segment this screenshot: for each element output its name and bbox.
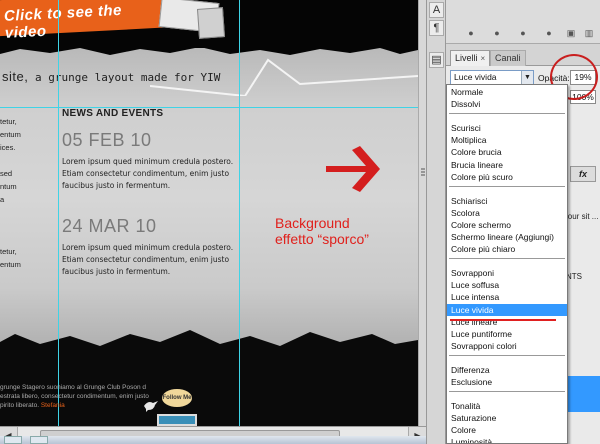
selected-layer-row[interactable] [566,376,600,412]
tv-decoration [157,414,197,426]
bird-icon [144,401,158,412]
news-heading: NEWS AND EVENTS [62,108,164,119]
blend-menu-item[interactable]: Luce puntiforme [447,328,567,340]
blend-menu-item[interactable]: Colore brucia [447,146,567,158]
blend-menu-item[interactable]: Luce vivida [447,303,567,316]
blend-menu-item[interactable]: Esclusione [447,376,567,388]
event-date: 05 FEB 10 [62,130,152,150]
text-tool-icon[interactable]: A [429,2,444,18]
blend-menu-item[interactable]: Brucia lineare [447,159,567,171]
left-line [0,154,56,167]
dot-icon[interactable]: ● [466,28,476,38]
left-line: ntum [0,182,17,191]
tagline-prefix: site, [2,69,29,84]
fx-button[interactable]: fx [570,166,596,182]
menu-separator [449,113,565,115]
blend-menu-item[interactable]: Schiarisci [447,195,567,207]
blend-menu-item[interactable]: Normale [447,86,567,98]
left-line: a [0,195,5,204]
vertical-scrollbar[interactable] [418,0,426,426]
blend-menu-item[interactable]: Moltiplica [447,134,567,146]
blend-mode-select[interactable]: Luce vivida ▼ [450,70,534,85]
footer-line: grunge Stagero suoniamo al Grunge Club P… [0,384,146,391]
taskbar [0,436,426,444]
blend-menu-item[interactable]: Tonalità [447,400,567,412]
guide-vertical-2[interactable] [239,0,240,426]
annotation-line: effetto “sporco” [275,231,369,247]
panel-icon[interactable]: ▤ [429,52,444,68]
event-body: Lorem ipsum qued minimum credula postero… [62,157,234,190]
left-line [0,232,56,245]
event-date: 24 MAR 10 [62,216,157,236]
menu-separator [449,258,565,260]
dot-icon[interactable]: ● [518,28,528,38]
blend-menu-item[interactable]: Scurisci [447,122,567,134]
red-arrow-icon [326,146,380,192]
tab-canali[interactable]: Canali [490,50,526,66]
blend-menu-item[interactable]: Sovrapponi colori [447,340,567,352]
decorative-line [150,58,418,96]
left-line: sed [0,169,13,178]
follow-me-bubble[interactable]: Follow Me [162,389,192,407]
footer-line: pirito liberato. Stefania [0,401,149,410]
footer-text: grunge Stagero suoniamo al Grunge Club P… [0,383,149,410]
blend-menu-item[interactable]: Luce lineare [447,316,567,328]
new-icon[interactable]: ▣ [566,28,576,38]
footer-line-prefix: pirito liberato. [0,402,41,409]
blend-menu-item[interactable]: Colore [447,424,567,436]
blend-menu-item[interactable]: Luce soffusa [447,279,567,291]
footer-line: estrata libero, consectetur condimentum,… [0,393,149,400]
blend-menu-item[interactable]: Schermo lineare (Aggiungi) [447,231,567,243]
left-line: tetur, [0,117,17,126]
blend-menu-item[interactable]: Colore più chiaro [447,243,567,255]
guide-vertical-1[interactable] [58,0,59,426]
blend-menu-item[interactable]: Luminosità [447,436,567,443]
blend-menu-item[interactable]: Scolora [447,207,567,219]
blend-menu-item[interactable]: Luce intensa [447,291,567,303]
left-column-text: tetur, entum ices. sed ntum a tetur, ent… [0,115,56,271]
footer-highlight[interactable]: Stefania [41,402,65,409]
menu-separator [449,391,565,393]
collapsed-panels-strip: A ¶ ▤ [426,0,446,444]
document-canvas[interactable]: Click to see the video site, a grunge la… [0,0,418,426]
left-line: entum [0,260,21,269]
menu-separator [449,185,565,187]
left-line: ices. [0,143,16,152]
tab-livelli[interactable]: Livelli × [450,50,491,66]
blend-mode-value: Luce vivida [454,72,497,82]
paper-scrap-decoration-2 [196,7,226,39]
blend-menu-item[interactable]: Colore schermo [447,219,567,231]
blend-menu-item[interactable]: Differenza [447,364,567,376]
dot-icon[interactable]: ● [544,28,554,38]
blend-mode-menu[interactable]: Normale Dissolvi Scurisci Moltiplica Colore … [446,84,568,444]
left-line [0,219,56,232]
video-banner[interactable]: Click to see the video [0,0,165,42]
paragraph-icon[interactable]: ¶ [429,20,444,36]
taskbar-button[interactable] [4,436,22,444]
tab-label: Livelli [455,53,478,63]
dot-icon[interactable]: ● [492,28,502,38]
taskbar-button[interactable] [30,436,48,444]
annotation-text: Background effetto “sporco” [275,215,369,247]
chevron-down-icon[interactable]: ▼ [521,71,533,84]
event-body: Lorem ipsum qued minimum credula postero… [62,243,234,276]
trash-icon[interactable]: ▥ [584,28,594,38]
left-line [0,206,56,219]
layer-name-partial[interactable]: lour sit ... [566,212,598,221]
close-icon[interactable]: × [481,54,486,63]
menu-separator [449,354,565,356]
blend-menu-item[interactable]: Colore più scuro [447,171,567,183]
left-line: tetur, [0,247,17,256]
selection-underline [450,319,556,321]
blend-menu-item[interactable]: Sovrapponi [447,267,567,279]
blend-menu-item[interactable]: Dissolvi [447,98,567,110]
left-line: entum [0,130,21,139]
layer-name-partial[interactable]: NTS [566,272,582,281]
annotation-line: Background [275,215,350,231]
photoshop-window: Click to see the video site, a grunge la… [0,0,600,444]
panel-top-strip: ● ● ● ● ▣ ▥ [446,0,600,44]
blend-menu-item[interactable]: Saturazione [447,412,567,424]
